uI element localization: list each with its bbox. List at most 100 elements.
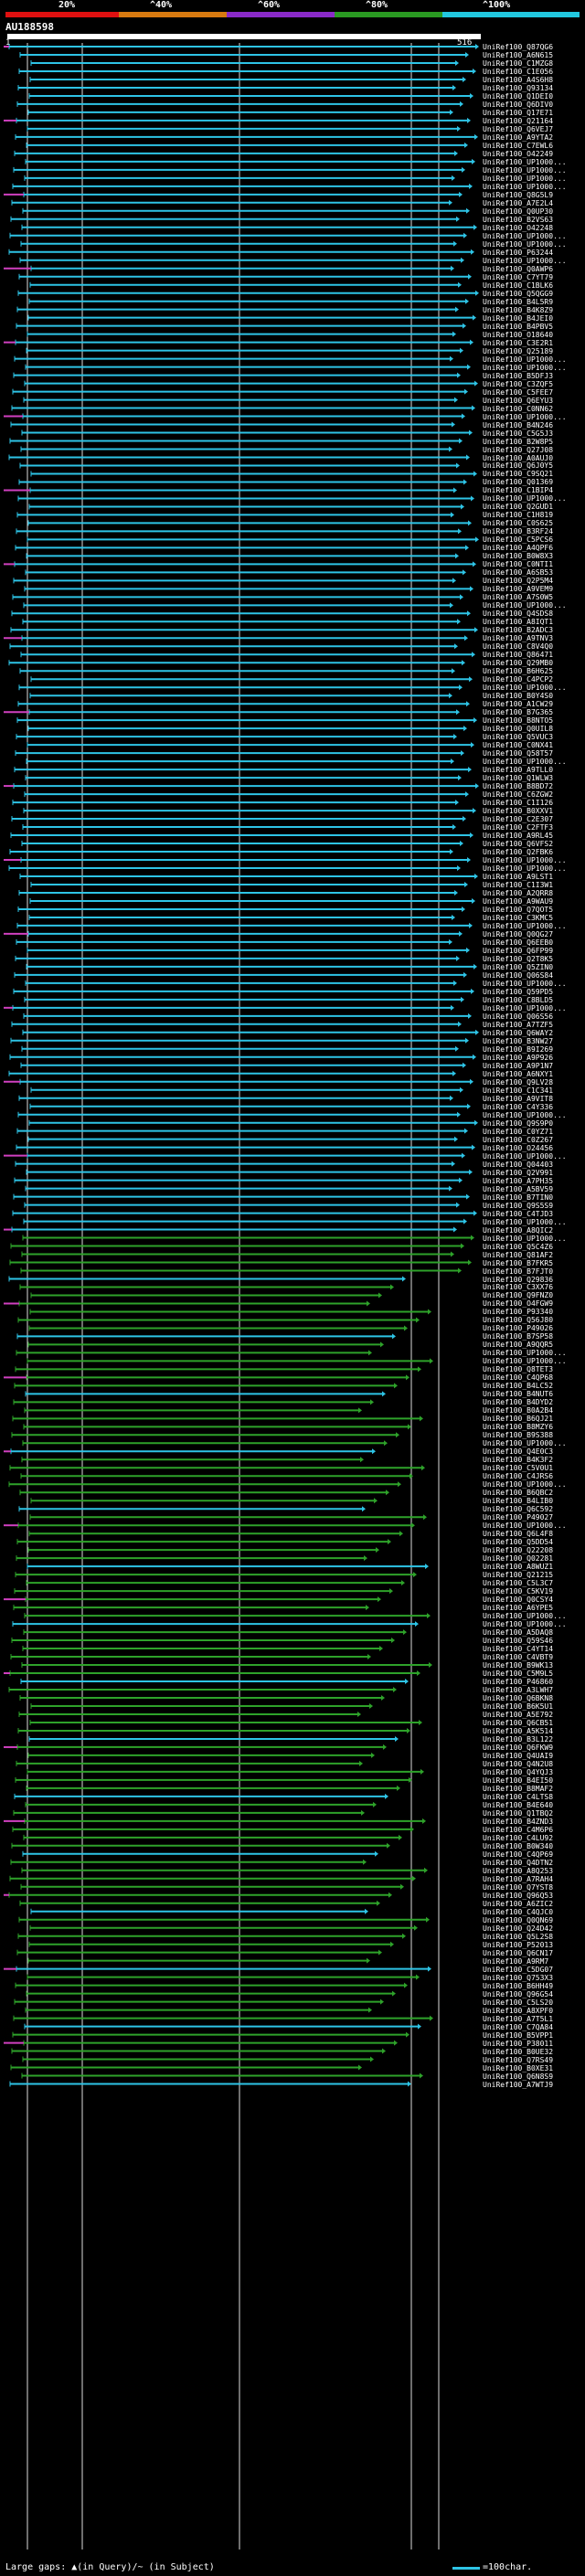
hit-label[interactable]: UniRef100_Q4DTN2 [483, 1859, 553, 1867]
hit-label[interactable]: UniRef100_C1MZG8 [483, 59, 553, 68]
hit-label[interactable]: UniRef100_Q06S84 [483, 971, 553, 980]
hit-label[interactable]: UniRef100_Q5ZIN0 [483, 963, 553, 971]
hit-label[interactable]: UniRef100_Q6CN17 [483, 1949, 553, 1957]
hit-label[interactable]: UniRef100_Q7YST8 [483, 1883, 553, 1892]
hit-label[interactable]: UniRef100_Q7QOT5 [483, 906, 553, 914]
hit-label[interactable]: UniRef100_Q6CB51 [483, 1719, 553, 1727]
hit-label[interactable]: UniRef100_Q58T57 [483, 749, 553, 758]
hit-label[interactable]: UniRef100_A9TLL0 [483, 766, 553, 774]
hit-label[interactable]: UniRef100_B2ADC3 [483, 626, 553, 634]
hit-label[interactable]: UniRef100_Q2T8K5 [483, 955, 553, 963]
hit-label[interactable]: UniRef100_B4DYD2 [483, 1398, 553, 1406]
hit-label[interactable]: UniRef100_B4K8Z9 [483, 306, 553, 314]
hit-label[interactable]: UniRef100_C1BLK6 [483, 281, 553, 290]
hit-label[interactable]: UniRef100_C0Z267 [483, 1136, 553, 1144]
hit-label[interactable]: UniRef100_Q29MB0 [483, 659, 553, 667]
hit-label[interactable]: UniRef100_C5G5J3 [483, 429, 553, 438]
hit-label[interactable]: UniRef100_Q01369 [483, 478, 553, 486]
hit-label[interactable]: UniRef100_Q8TET3 [483, 1365, 553, 1373]
hit-label[interactable]: UniRef100_Q02281 [483, 1554, 553, 1563]
hit-label[interactable]: UniRef100_P49027 [483, 1513, 553, 1521]
hit-label[interactable]: UniRef100_C0NN62 [483, 405, 553, 413]
hit-label[interactable]: UniRef100_C4LU92 [483, 1834, 553, 1842]
hit-label[interactable]: UniRef100_B4E640 [483, 1801, 553, 1809]
hit-label[interactable]: UniRef100_A5DAQ8 [483, 1628, 553, 1637]
hit-label[interactable]: UniRef100_Q29836 [483, 1276, 553, 1284]
hit-label[interactable]: UniRef100_C7YT79 [483, 273, 553, 281]
hit-label[interactable]: UniRef100_C5DG07 [483, 1966, 553, 1974]
hit-label[interactable]: UniRef100_A7T5L1 [483, 2015, 553, 2023]
hit-label[interactable]: UniRef100_Q9FNZ0 [483, 1291, 553, 1299]
hit-label[interactable]: UniRef100_B6QBC2 [483, 1489, 553, 1497]
hit-label[interactable]: UniRef100_UP1000... [483, 166, 567, 175]
hit-label[interactable]: UniRef100_B9S388 [483, 1431, 553, 1439]
hit-label[interactable]: UniRef100_A4QPF6 [483, 544, 553, 552]
hit-label[interactable]: UniRef100_UP1000... [483, 232, 567, 240]
hit-label[interactable]: UniRef100_Q6WAY2 [483, 1029, 553, 1037]
hit-label[interactable]: UniRef100_B4LIB0 [483, 1497, 553, 1505]
hit-label[interactable]: UniRef100_B3NW27 [483, 1037, 553, 1045]
hit-label[interactable]: UniRef100_B9WK13 [483, 1661, 553, 1670]
hit-label[interactable]: UniRef100_UP1000... [483, 1004, 567, 1012]
hit-label[interactable]: UniRef100_Q4N2U8 [483, 1760, 553, 1768]
hit-label[interactable]: UniRef100_UP1000... [483, 1480, 567, 1489]
hit-label[interactable]: UniRef100_A5BV59 [483, 1185, 553, 1193]
hit-label[interactable]: UniRef100_B4JEI0 [483, 314, 553, 323]
hit-label[interactable]: UniRef100_C3KMC5 [483, 914, 553, 922]
hit-label[interactable]: UniRef100_A9VEM9 [483, 585, 553, 593]
hit-label[interactable]: UniRef100_B0A2B4 [483, 1406, 553, 1415]
hit-label[interactable]: UniRef100_B3L122 [483, 1735, 553, 1744]
hit-label[interactable]: UniRef100_UP1000... [483, 864, 567, 873]
hit-label[interactable]: UniRef100_Q0CSY4 [483, 1595, 553, 1604]
hit-label[interactable]: UniRef100_A9RL45 [483, 832, 553, 840]
hit-label[interactable]: UniRef100_C5L3C7 [483, 1579, 553, 1587]
hit-label[interactable]: UniRef100_B6K5U1 [483, 1702, 553, 1711]
hit-label[interactable]: UniRef100_Q86471 [483, 651, 553, 659]
hit-label[interactable]: UniRef100_UP1000... [483, 1612, 567, 1620]
hit-label[interactable]: UniRef100_Q22208 [483, 1546, 553, 1554]
hit-label[interactable]: UniRef100_A7PH35 [483, 1177, 553, 1185]
hit-label[interactable]: UniRef100_C8V4Q0 [483, 642, 553, 651]
hit-label[interactable]: UniRef100_A8WUZ1 [483, 1563, 553, 1571]
hit-label[interactable]: UniRef100_B7SP58 [483, 1332, 553, 1341]
hit-label[interactable]: UniRef100_A5E792 [483, 1711, 553, 1719]
hit-label[interactable]: UniRef100_Q06S56 [483, 1012, 553, 1021]
hit-label[interactable]: UniRef100_A1CW29 [483, 700, 553, 708]
hit-label[interactable]: UniRef100_C0NTI1 [483, 560, 553, 568]
hit-label[interactable]: UniRef100_Q17E71 [483, 109, 553, 117]
hit-label[interactable]: UniRef100_B5DFJ3 [483, 372, 553, 380]
hit-label[interactable]: UniRef100_Q6C592 [483, 1505, 553, 1513]
hit-label[interactable]: UniRef100_A9QQR5 [483, 1341, 553, 1349]
hit-label[interactable]: UniRef100_Q6J0Y5 [483, 461, 553, 470]
hit-label[interactable]: UniRef100_Q59PD5 [483, 988, 553, 996]
hit-label[interactable]: UniRef100_Q81AF2 [483, 1251, 553, 1259]
hit-label[interactable]: UniRef100_A7TZF5 [483, 1021, 553, 1029]
hit-label[interactable]: UniRef100_Q5VUC3 [483, 733, 553, 741]
hit-label[interactable]: UniRef100_Q5QGG9 [483, 290, 553, 298]
hit-label[interactable]: UniRef100_B0UE32 [483, 2048, 553, 2056]
hit-label[interactable]: UniRef100_Q27J08 [483, 446, 553, 454]
hit-label[interactable]: UniRef100_C2FTF3 [483, 823, 553, 832]
hit-label[interactable]: UniRef100_UP1000... [483, 1521, 567, 1530]
hit-label[interactable]: UniRef100_B0W340 [483, 1842, 553, 1850]
hit-label[interactable]: UniRef100_B4PBV5 [483, 323, 553, 331]
hit-label[interactable]: UniRef100_UP1000... [483, 1111, 567, 1119]
hit-label[interactable]: UniRef100_UP1000... [483, 1439, 567, 1447]
hit-label[interactable]: UniRef100_A7RAH4 [483, 1875, 553, 1883]
hit-label[interactable]: UniRef100_Q4SDS8 [483, 610, 553, 618]
hit-label[interactable]: UniRef100_O24456 [483, 1144, 553, 1152]
hit-label[interactable]: UniRef100_C4VBT9 [483, 1653, 553, 1661]
hit-label[interactable]: UniRef100_B8MZY6 [483, 1423, 553, 1431]
hit-label[interactable]: UniRef100_Q9S9P0 [483, 1119, 553, 1128]
hit-label[interactable]: UniRef100_A5K514 [483, 1727, 553, 1735]
hit-label[interactable]: UniRef100_A8IQT1 [483, 618, 553, 626]
hit-label[interactable]: UniRef100_UP1000... [483, 1218, 567, 1226]
hit-label[interactable]: UniRef100_Q7RS49 [483, 2056, 553, 2064]
hit-label[interactable]: UniRef100_A7S0W5 [483, 593, 553, 601]
hit-label[interactable]: UniRef100_B4EI50 [483, 1776, 553, 1785]
hit-label[interactable]: UniRef100_B2W8P5 [483, 438, 553, 446]
hit-label[interactable]: UniRef100_A9RM7 [483, 1957, 548, 1966]
hit-label[interactable]: UniRef100_Q5DD54 [483, 1538, 553, 1546]
hit-label[interactable]: UniRef100_Q6EYU3 [483, 397, 553, 405]
hit-label[interactable]: UniRef100_C5KV19 [483, 1587, 553, 1595]
